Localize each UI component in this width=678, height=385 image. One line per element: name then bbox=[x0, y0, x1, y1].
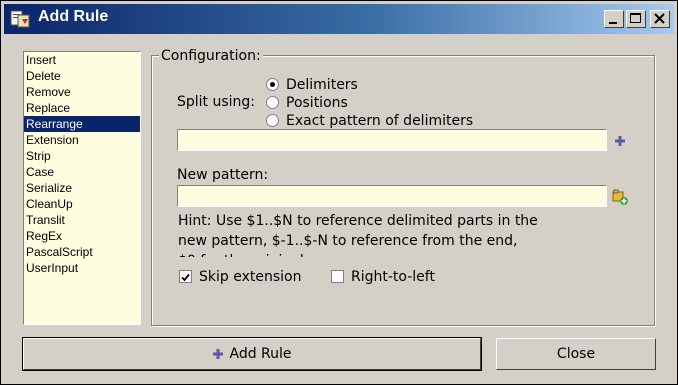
radio-delimiters[interactable] bbox=[266, 78, 279, 91]
skip-extension-label[interactable]: Skip extension bbox=[199, 269, 301, 285]
close-icon bbox=[654, 13, 665, 24]
rule-item-extension[interactable]: Extension bbox=[24, 132, 140, 148]
rule-item-regex[interactable]: RegEx bbox=[24, 228, 140, 244]
minimize-button[interactable] bbox=[604, 10, 624, 28]
right-to-left-checkbox[interactable] bbox=[331, 270, 344, 283]
new-pattern-input[interactable] bbox=[177, 185, 607, 207]
rule-item-insert[interactable]: Insert bbox=[24, 52, 140, 68]
maximize-icon bbox=[630, 13, 641, 23]
radio-positions[interactable] bbox=[266, 96, 279, 109]
dialog-body: Insert Delete Remove Replace Rearrange Extens… bbox=[9, 41, 669, 377]
add-rule-window: Add Rule Insert Delete Remove Replace Rearra… bbox=[0, 0, 678, 385]
hint-text: Hint: Use $1..$N to reference delimited … bbox=[178, 213, 538, 257]
close-window-button[interactable] bbox=[650, 10, 670, 28]
rules-listbox[interactable]: Insert Delete Remove Replace Rearrange Extens… bbox=[23, 51, 141, 325]
rule-item-case[interactable]: Case bbox=[24, 164, 140, 180]
delimiters-input[interactable] bbox=[177, 129, 607, 151]
rule-item-translit[interactable]: Translit bbox=[24, 212, 140, 228]
skip-extension-checkbox[interactable] bbox=[179, 270, 192, 283]
radio-selected-dot bbox=[270, 82, 275, 87]
option-exact-pattern-label[interactable]: Exact pattern of delimiters bbox=[286, 113, 473, 129]
maximize-button[interactable] bbox=[626, 10, 646, 28]
option-delimiters-label[interactable]: Delimiters bbox=[286, 77, 358, 93]
radio-exact-pattern[interactable] bbox=[266, 114, 279, 127]
rule-item-userinput[interactable]: UserInput bbox=[24, 260, 140, 276]
rule-item-remove[interactable]: Remove bbox=[24, 84, 140, 100]
plus-icon bbox=[213, 349, 224, 359]
window-title: Add Rule bbox=[38, 8, 109, 25]
rule-item-serialize[interactable]: Serialize bbox=[24, 180, 140, 196]
rule-item-delete[interactable]: Delete bbox=[24, 68, 140, 84]
rule-item-cleanup[interactable]: CleanUp bbox=[24, 196, 140, 212]
right-to-left-label[interactable]: Right-to-left bbox=[351, 269, 435, 285]
rule-item-pascalscript[interactable]: PascalScript bbox=[24, 244, 140, 260]
add-rule-button[interactable]: Add Rule bbox=[22, 337, 482, 371]
add-delimiter-icon[interactable] bbox=[614, 135, 626, 147]
checkmark-icon bbox=[181, 273, 190, 282]
close-button[interactable]: Close bbox=[496, 338, 656, 370]
new-pattern-label: New pattern: bbox=[177, 167, 269, 183]
option-positions-label[interactable]: Positions bbox=[286, 95, 348, 111]
rule-item-rearrange[interactable]: Rearrange bbox=[24, 116, 140, 132]
app-icon bbox=[10, 10, 30, 28]
title-bar[interactable]: Add Rule bbox=[4, 4, 674, 34]
rule-item-replace[interactable]: Replace bbox=[24, 100, 140, 116]
split-using-label: Split using: bbox=[177, 94, 256, 110]
rule-item-strip[interactable]: Strip bbox=[24, 148, 140, 164]
insert-pattern-icon[interactable] bbox=[611, 188, 629, 206]
configuration-caption: Configuration: bbox=[159, 48, 263, 64]
minimize-icon bbox=[609, 22, 617, 24]
